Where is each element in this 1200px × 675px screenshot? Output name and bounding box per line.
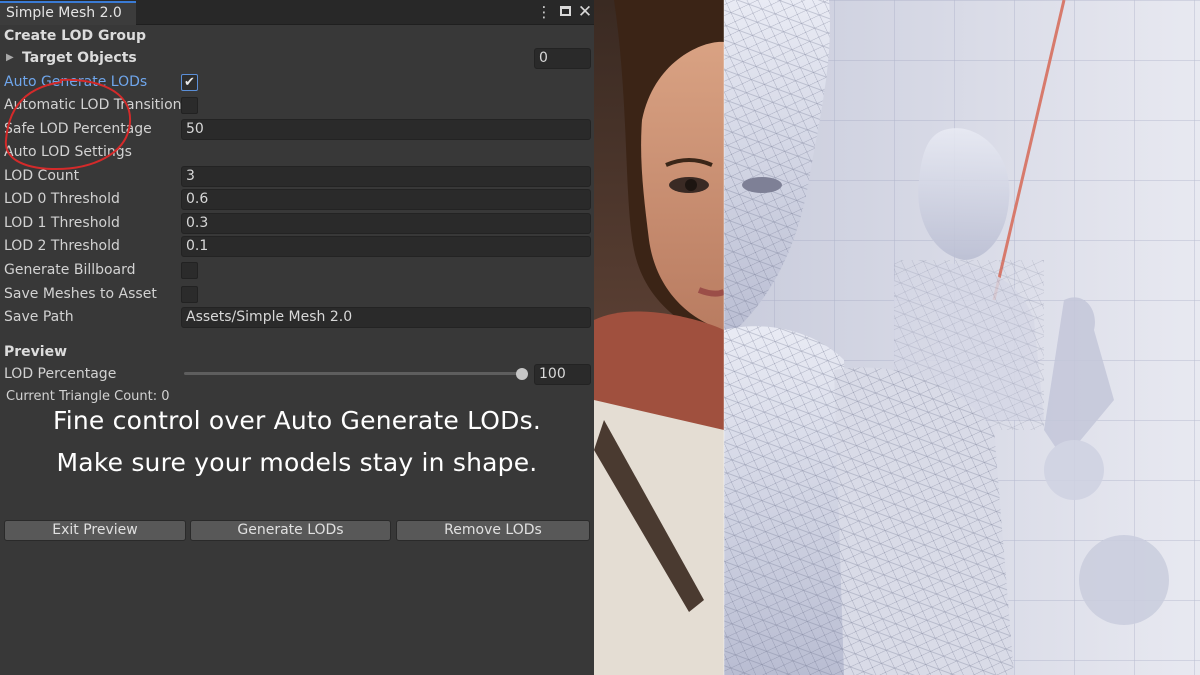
window-tab[interactable]: Simple Mesh 2.0 xyxy=(0,1,136,25)
foldout-arrow-icon[interactable]: ▶ xyxy=(6,49,14,67)
maximize-icon[interactable] xyxy=(556,3,574,21)
exit-preview-button[interactable]: Exit Preview xyxy=(4,520,186,541)
overlay-caption-line-2: Make sure your models stay in shape. xyxy=(56,448,538,477)
lod-0-threshold-field[interactable]: 0.6 xyxy=(181,189,591,210)
simple-mesh-inspector-panel: Simple Mesh 2.0 ⋮ ✕ Create LOD Group ▶ T… xyxy=(0,0,594,675)
auto-generate-lods-checkbox[interactable]: ✔ xyxy=(181,74,198,91)
lod-percentage-label: LOD Percentage xyxy=(4,366,117,382)
generate-billboard-label: Generate Billboard xyxy=(4,262,136,278)
lod-1-threshold-label: LOD 1 Threshold xyxy=(4,215,120,231)
save-path-field[interactable]: Assets/Simple Mesh 2.0 xyxy=(181,307,591,328)
character-render-illustration xyxy=(594,0,1200,675)
window-titlebar: Simple Mesh 2.0 ⋮ ✕ xyxy=(0,0,594,25)
save-meshes-to-asset-checkbox[interactable] xyxy=(181,286,198,303)
lod-percentage-slider-track[interactable] xyxy=(184,372,522,375)
save-path-label: Save Path xyxy=(4,309,74,325)
lod-2-threshold-field[interactable]: 0.1 xyxy=(181,236,591,257)
lod-count-field[interactable]: 3 xyxy=(181,166,591,187)
generate-billboard-checkbox[interactable] xyxy=(181,262,198,279)
triangle-count-text: Current Triangle Count: 0 xyxy=(6,389,170,404)
safe-lod-percentage-field[interactable]: 50 xyxy=(181,119,591,140)
save-meshes-to-asset-label: Save Meshes to Asset xyxy=(4,286,157,302)
lod-percentage-field[interactable]: 100 xyxy=(534,364,591,385)
close-icon[interactable]: ✕ xyxy=(576,3,594,21)
remove-lods-button[interactable]: Remove LODs xyxy=(396,520,590,541)
lod-percentage-slider-knob[interactable] xyxy=(516,368,528,380)
red-annotation-circle xyxy=(4,78,132,171)
automatic-lod-transition-checkbox[interactable] xyxy=(181,97,198,114)
kebab-menu-icon[interactable]: ⋮ xyxy=(535,3,553,21)
lod-1-threshold-field[interactable]: 0.3 xyxy=(181,213,591,234)
target-objects-label[interactable]: Target Objects xyxy=(22,49,137,67)
target-objects-count-field[interactable]: 0 xyxy=(534,48,591,69)
lod-2-threshold-label: LOD 2 Threshold xyxy=(4,238,120,254)
overlay-caption-line-1: Fine control over Auto Generate LODs. xyxy=(52,406,541,435)
lod-0-threshold-label: LOD 0 Threshold xyxy=(4,191,120,207)
preview-header: Preview xyxy=(4,344,68,360)
mesh-comparison-artwork xyxy=(594,0,1200,675)
generate-lods-button[interactable]: Generate LODs xyxy=(190,520,391,541)
create-lod-group-header: Create LOD Group xyxy=(4,28,147,44)
